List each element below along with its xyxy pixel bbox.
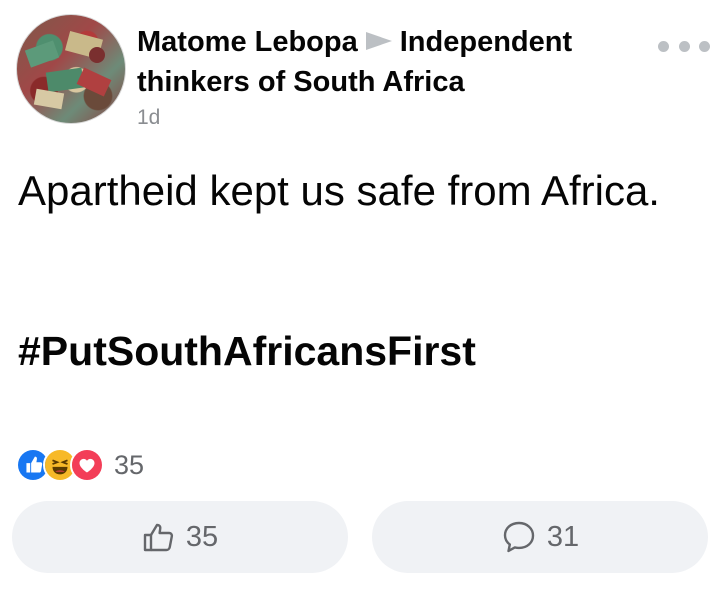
love-icon — [70, 448, 104, 482]
post-card: Matome Lebopa Independent thinkers of Sou… — [0, 0, 720, 600]
post-header: Matome Lebopa Independent thinkers of Sou… — [137, 22, 637, 102]
dot — [678, 40, 690, 52]
avatar-image — [24, 30, 112, 110]
post-message: Apartheid kept us safe from Africa. — [18, 167, 660, 214]
triangle-right-icon — [365, 32, 392, 51]
like-count: 35 — [185, 520, 219, 553]
post-hashtag[interactable]: #PutSouthAfricansFirst — [18, 328, 476, 375]
like-button[interactable]: 35 — [12, 501, 348, 573]
dot — [658, 40, 669, 52]
comment-bubble-icon — [503, 521, 535, 553]
reaction-count: 35 — [114, 449, 145, 480]
more-options-icon[interactable] — [658, 38, 710, 54]
thumbs-up-icon — [143, 523, 173, 552]
comment-button[interactable]: 31 — [372, 501, 708, 573]
dot — [699, 40, 710, 52]
reactions-summary[interactable]: 35 — [16, 447, 144, 483]
comment-count: 31 — [546, 520, 580, 553]
post-timestamp[interactable]: 1d — [137, 106, 160, 130]
author-avatar[interactable] — [16, 14, 126, 124]
author-name[interactable]: Matome Lebopa — [137, 26, 358, 58]
